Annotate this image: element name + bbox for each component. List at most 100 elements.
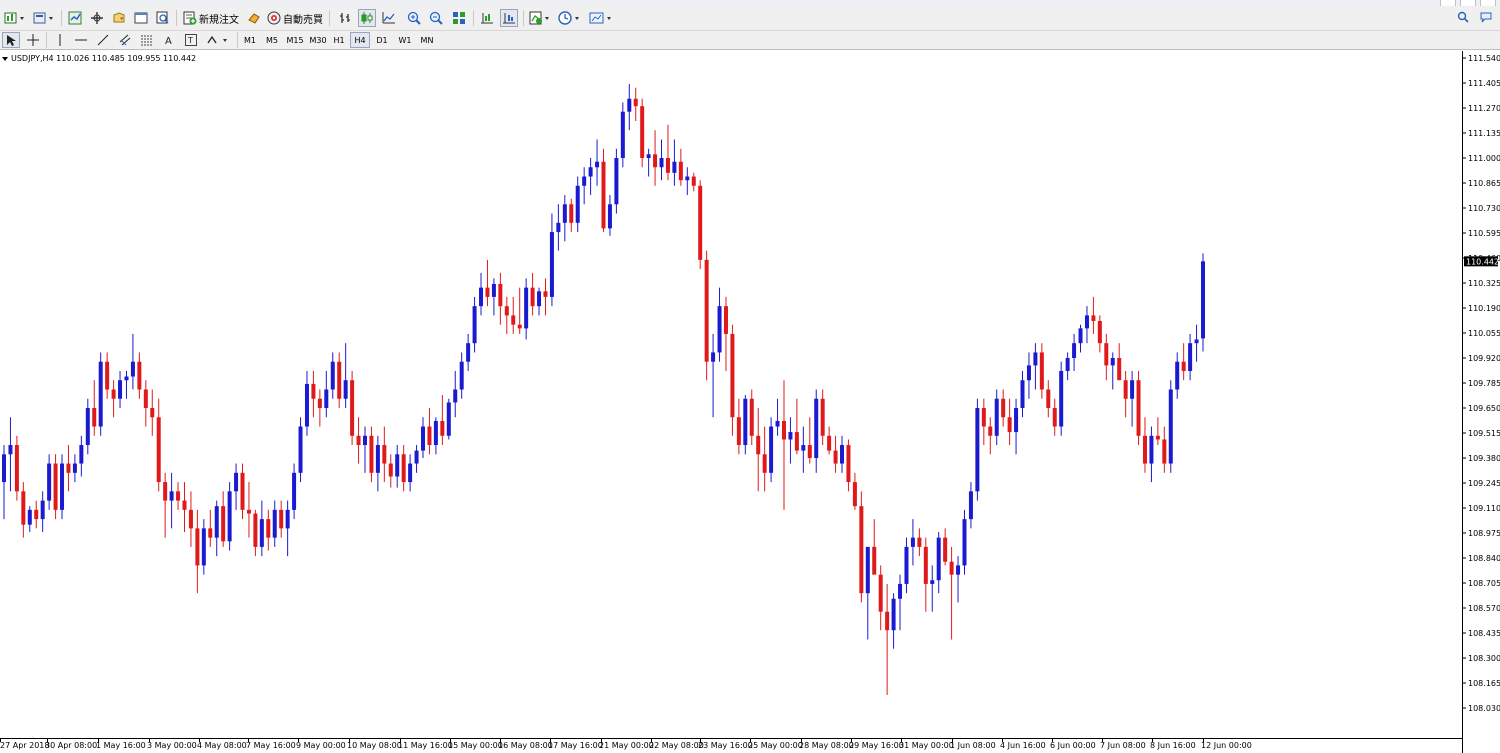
candle [769,417,774,483]
strategy-tester-button[interactable] [154,9,172,27]
candle [814,389,819,473]
line-chart-button[interactable] [380,9,398,27]
market-watch-button[interactable] [66,9,84,27]
candle-body [846,445,851,483]
community-button[interactable] [1478,9,1494,25]
candle-body [840,445,845,464]
new-chart-icon [4,12,24,24]
templates-button[interactable] [587,9,615,27]
zoom-in-button[interactable] [405,9,423,27]
candle [956,556,961,603]
candle-body [1194,339,1199,344]
indicators-button[interactable] [527,9,553,27]
bar-chart-button[interactable] [336,9,354,27]
terminal-window-icon [134,12,148,24]
candle [549,213,554,307]
candle [466,333,471,371]
x-tick-label: 16 May 08:00 [498,741,553,750]
candle [163,472,168,538]
candle [898,574,903,631]
auto-trading-button[interactable]: 自動売買 [266,9,324,27]
y-tick-label: 109.920 [1468,354,1500,363]
zoom-out-button[interactable] [427,9,445,27]
equidistant-channel-tool[interactable] [116,32,134,48]
navigator-button[interactable] [110,9,128,27]
candle-body [1188,343,1193,371]
candle [1001,389,1006,427]
candle [491,278,496,316]
x-tick-label: 6 Jun 00:00 [1050,741,1096,750]
timeframe-m15[interactable]: M15 [283,32,307,48]
timeframe-m30[interactable]: M30 [306,32,330,48]
trend-line-tool[interactable] [94,32,112,48]
candle [472,296,477,353]
chart-shift-button[interactable] [500,9,518,27]
candle-body [285,509,290,529]
symbol-ohlc-text: USDJPY,H4 110.026 110.485 109.955 110.44… [11,54,197,63]
arrows-tool[interactable] [204,32,232,48]
metaeditor-button[interactable] [245,9,263,27]
periods-button[interactable] [556,9,584,27]
candle [1201,253,1205,352]
candle-body [543,291,548,297]
current-price-label: 110.442 [1466,257,1499,266]
candle [111,380,116,418]
candle-body [943,537,948,562]
channel-icon [119,34,131,46]
timeframe-h4[interactable]: H4 [350,32,370,48]
timeframe-m1[interactable]: M1 [240,32,260,48]
vertical-line-tool[interactable] [52,32,68,48]
timeframe-mn[interactable]: MN [416,32,438,48]
candle-body [1162,439,1167,464]
new-chart-button[interactable] [2,9,28,27]
text-tool[interactable]: A [160,32,178,48]
candle [788,417,793,464]
cursor-tool[interactable] [2,32,20,48]
candle [872,519,877,575]
fibonacci-tool[interactable] [138,32,156,48]
auto-trading-icon [267,11,281,25]
price-chart[interactable]: 111.540 111.405 111.270 111.135 111.000 110.8… [0,51,1500,753]
candle [324,370,329,418]
candle-body [350,380,355,436]
bar-chart-icon [340,13,350,23]
candle-body [865,546,870,594]
candle-body [362,435,367,446]
data-window-button[interactable] [88,9,106,27]
candle [878,565,883,631]
header-dropdown-triangle-icon[interactable] [2,56,8,61]
candle-body [711,352,716,362]
candle [201,519,206,575]
candlestick-chart-button[interactable] [358,9,376,27]
horizontal-line-tool[interactable] [72,32,90,48]
profiles-button[interactable] [30,9,58,27]
terminal-button[interactable] [132,9,150,27]
tile-windows-button[interactable] [450,9,468,27]
text-label-tool[interactable]: T [182,32,200,48]
candle [891,593,896,649]
y-tick-label: 108.570 [1468,604,1500,613]
fibonacci-icon [141,35,153,46]
timeframe-h1[interactable]: H1 [329,32,349,48]
candle [820,389,825,446]
candle-body [130,361,135,377]
auto-scroll-button[interactable] [478,9,496,27]
candle-body [143,389,148,408]
timeframe-m5[interactable]: M5 [262,32,282,48]
y-tick-label: 110.865 [1468,179,1500,188]
search-button[interactable] [1455,9,1471,25]
candle-body [1065,358,1070,371]
candle [1065,352,1070,381]
timeframe-d1[interactable]: D1 [372,32,392,48]
candle-body [272,509,277,538]
candle [350,370,355,446]
candle-body [595,161,600,168]
new-order-button[interactable]: 新規注文 [181,9,241,27]
separator [329,10,330,26]
candle-body [356,435,361,446]
timeframe-w1[interactable]: W1 [394,32,416,48]
crosshair-tool[interactable] [24,32,42,48]
candle-body [736,417,741,446]
candle [98,352,103,436]
candle-body [188,509,193,529]
